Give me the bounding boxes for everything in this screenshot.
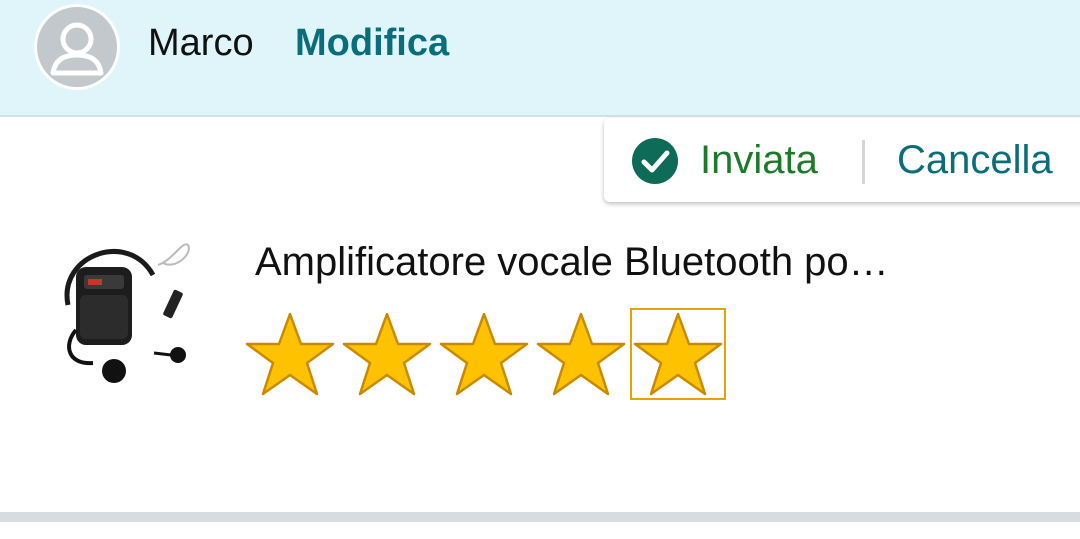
- status-panel: Inviata Cancella: [604, 118, 1080, 202]
- user-name: Marco: [148, 22, 254, 64]
- star-icon[interactable]: [244, 310, 336, 398]
- star-icon[interactable]: [341, 310, 433, 398]
- review-header: Marco Modifica: [0, 0, 1080, 117]
- avatar[interactable]: [34, 4, 120, 90]
- star-icon[interactable]: [535, 310, 627, 398]
- section-divider: [0, 512, 1080, 522]
- product-image[interactable]: [58, 235, 198, 395]
- cancel-review-link[interactable]: Cancella: [897, 138, 1053, 183]
- product-title[interactable]: Amplificatore vocale Bluetooth po…: [255, 240, 889, 285]
- star-icon-selected[interactable]: [630, 308, 726, 400]
- user-avatar-icon: [50, 22, 104, 76]
- star-icon[interactable]: [438, 310, 530, 398]
- check-circle-icon: [632, 138, 678, 184]
- divider: [862, 140, 865, 184]
- status-sent-label: Inviata: [700, 138, 818, 182]
- edit-profile-link[interactable]: Modifica: [295, 22, 449, 65]
